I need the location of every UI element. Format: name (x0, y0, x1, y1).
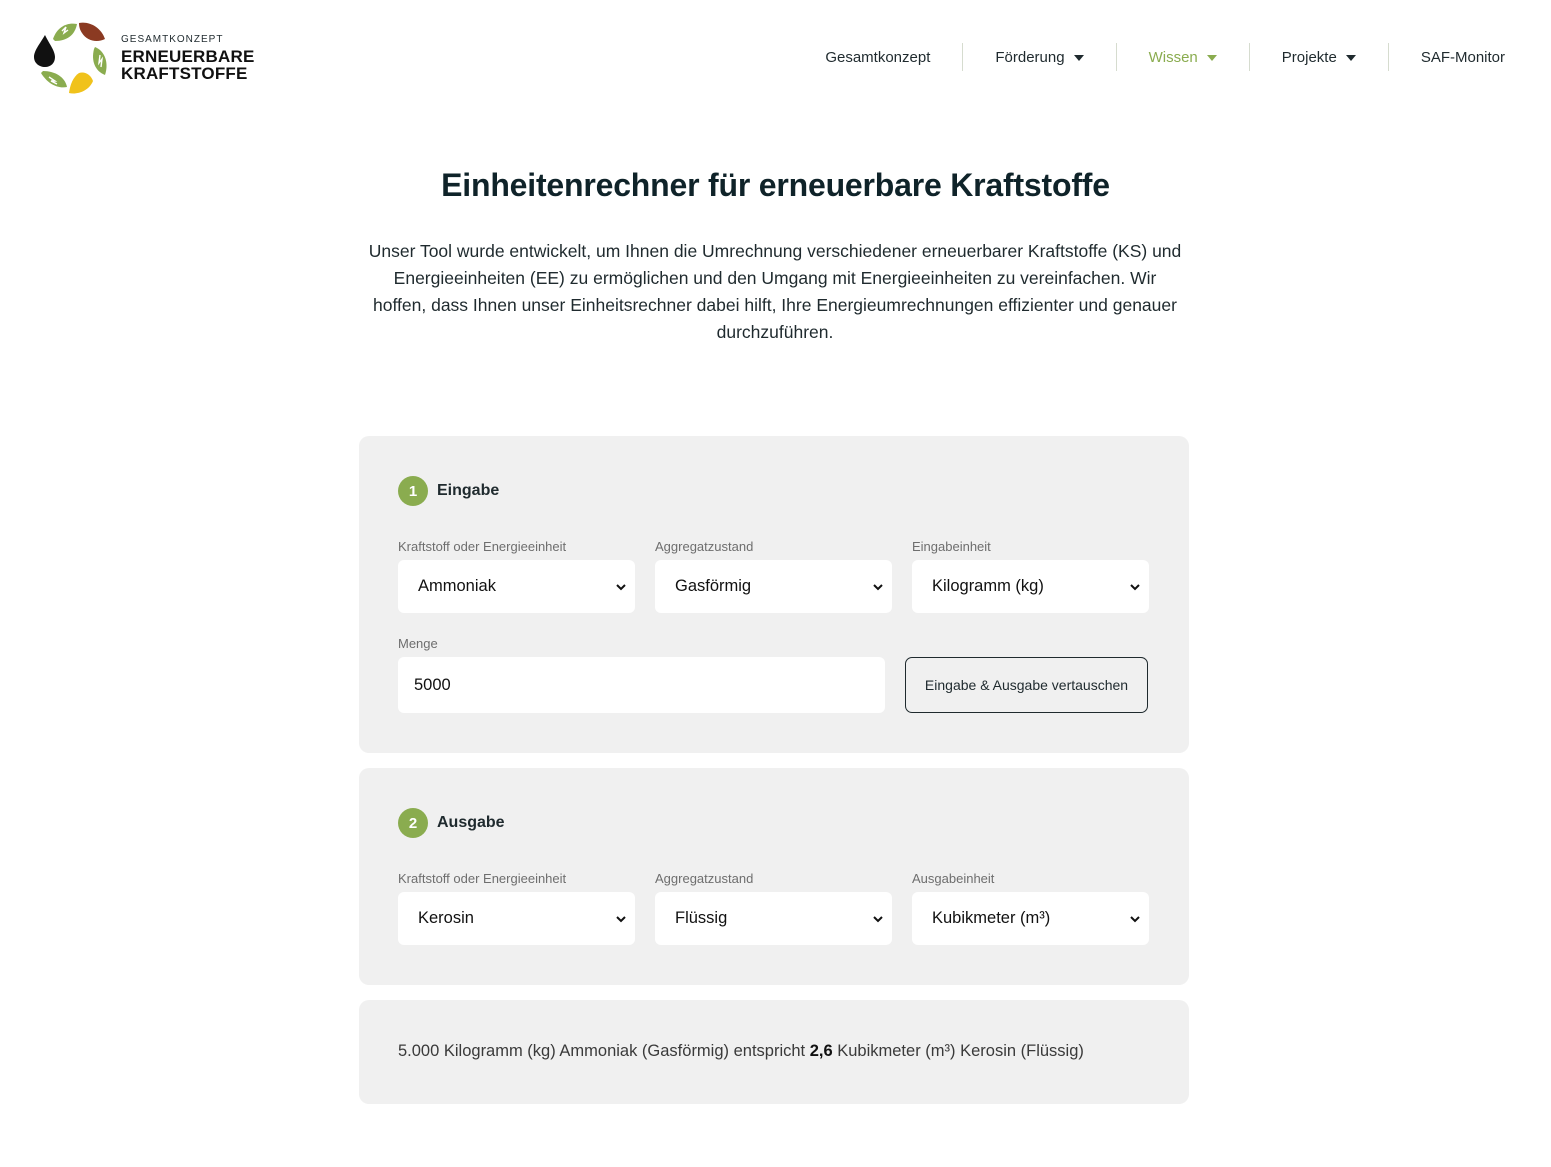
output-fuel-label: Kraftstoff oder Energieeinheit (398, 871, 567, 886)
step-label: Ausgabe (437, 814, 505, 831)
select-value: Kerosin (418, 909, 474, 927)
step-number-badge: 1 (398, 476, 428, 506)
logo-small-text: GESAMTKONZEPT (121, 33, 224, 45)
nav-item-label: SAF-Monitor (1420, 48, 1505, 66)
amount-value: 5000 (414, 675, 451, 694)
caret-down-icon (1073, 55, 1084, 61)
nav-item-wissen[interactable]: Wissen (1117, 42, 1249, 72)
output-state-select[interactable]: Flüssig (655, 892, 892, 945)
nav-item-gesamtkonzept[interactable]: Gesamtkonzept (793, 42, 962, 72)
input-panel: 1 Eingabe Kraftstoff oder Energieeinheit… (359, 436, 1189, 753)
output-panel: 2 Ausgabe Kraftstoff oder Energieeinheit… (359, 768, 1189, 985)
select-value: Ammoniak (418, 577, 496, 595)
result-text: 5.000 Kilogramm (kg) Ammoniak (Gasförmig… (398, 1042, 1084, 1061)
result-panel: 5.000 Kilogramm (kg) Ammoniak (Gasförmig… (359, 1000, 1189, 1104)
input-step-header: 1 Eingabe (398, 476, 499, 506)
intro-text: Unser Tool wurde entwickelt, um Ihnen di… (356, 238, 1194, 346)
nav-item-projekte[interactable]: Projekte (1250, 42, 1388, 72)
step-label: Eingabe (437, 482, 500, 499)
nav-item-foerderung[interactable]: Förderung (963, 42, 1115, 72)
chevron-down-icon (873, 583, 883, 590)
output-unit-label: Ausgabeinheit (912, 871, 995, 886)
chevron-down-icon (616, 583, 626, 590)
logo-wordmark: GESAMTKONZEPT ERNEUERBARE KRAFTSTOFFE (121, 33, 255, 83)
result-suffix: Kubikmeter (m³) Kerosin (Flüssig) (832, 1042, 1084, 1060)
chevron-down-icon (616, 915, 626, 922)
select-value: Flüssig (675, 909, 728, 927)
result-value: 2,6 (809, 1042, 833, 1060)
output-state-label: Aggregatzustand (655, 871, 754, 886)
intro-line: Energieeinheiten (EE) zu ermöglichen und… (393, 268, 1157, 288)
amount-input[interactable]: 5000 (398, 657, 885, 713)
caret-down-icon (1345, 55, 1356, 61)
input-fuel-select[interactable]: Ammoniak (398, 560, 635, 613)
site-header: GESAMTKONZEPT ERNEUERBARE KRAFTSTOFFE Ge… (0, 0, 1551, 115)
nav-item-label: Gesamtkonzept (825, 48, 931, 66)
intro-line: Unser Tool wurde entwickelt, um Ihnen di… (368, 241, 1182, 261)
swap-button[interactable]: Eingabe & Ausgabe vertauschen (905, 657, 1148, 713)
intro-line: durchzuführen. (716, 322, 834, 342)
output-fuel-select[interactable]: Kerosin (398, 892, 635, 945)
logo-line-1: ERNEUERBARE (121, 46, 255, 66)
input-fuel-label: Kraftstoff oder Energieeinheit (398, 539, 567, 554)
chevron-down-icon (1130, 915, 1140, 922)
step-number-badge: 2 (398, 808, 428, 838)
select-value: Kilogramm (kg) (932, 577, 1044, 595)
input-unit-label: Eingabeinheit (912, 539, 991, 554)
chevron-down-icon (1130, 583, 1140, 590)
input-unit-select[interactable]: Kilogramm (kg) (912, 560, 1149, 613)
logo-line-2: KRAFTSTOFFE (121, 63, 248, 83)
select-value: Kubikmeter (m³) (932, 909, 1051, 927)
nav-item-saf-monitor[interactable]: SAF-Monitor (1389, 42, 1507, 72)
page-title: Einheitenrechner für erneuerbare Kraftst… (441, 167, 1110, 203)
result-prefix: 5.000 Kilogramm (kg) Ammoniak (Gasförmig… (398, 1042, 810, 1060)
nav-item-label: Förderung (995, 48, 1065, 66)
input-state-label: Aggregatzustand (655, 539, 754, 554)
main-nav: Gesamtkonzept Förderung Wissen Projekte … (793, 42, 1507, 72)
output-unit-select[interactable]: Kubikmeter (m³) (912, 892, 1149, 945)
input-state-select[interactable]: Gasförmig (655, 560, 892, 613)
site-logo[interactable]: GESAMTKONZEPT ERNEUERBARE KRAFTSTOFFE (33, 21, 254, 95)
intro-line: hoffen, dass Ihnen unser Einheitsrechner… (373, 295, 1177, 315)
caret-down-icon (1206, 55, 1217, 61)
nav-item-label: Projekte (1281, 48, 1337, 66)
output-step-header: 2 Ausgabe (398, 808, 505, 838)
logo-mark-icon (34, 22, 107, 94)
nav-item-label: Wissen (1148, 48, 1198, 66)
select-value: Gasförmig (675, 577, 752, 595)
amount-label: Menge (398, 636, 438, 651)
chevron-down-icon (873, 915, 883, 922)
